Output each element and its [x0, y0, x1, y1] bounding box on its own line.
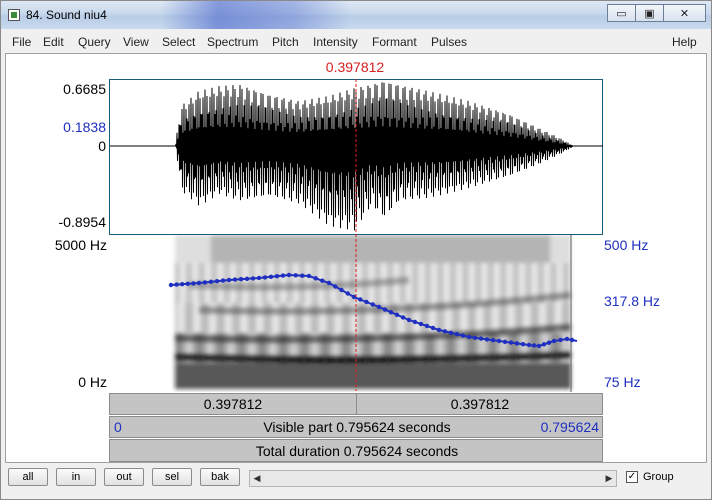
menu-pitch[interactable]: Pitch	[272, 35, 299, 49]
window-title: 84. Sound niu4	[26, 8, 107, 22]
group-label: Group	[643, 471, 674, 483]
menu-file[interactable]: File	[12, 35, 31, 49]
zoom-in-button[interactable]: in	[56, 468, 96, 486]
visible-part-bar[interactable]: 0 Visible part 0.795624 seconds 0.795624	[109, 416, 603, 438]
waveform-cursor-value: 0.1838	[63, 119, 106, 135]
spectrogram-top-freq: 5000 Hz	[54, 237, 107, 253]
menu-pulses[interactable]: Pulses	[431, 35, 467, 49]
menu-edit[interactable]: Edit	[43, 35, 64, 49]
menu-query[interactable]: Query	[78, 35, 111, 49]
spectrogram-bottom-freq: 0 Hz	[78, 374, 107, 390]
menu-select[interactable]: Select	[162, 35, 195, 49]
minimize-icon[interactable]: ▭	[607, 4, 636, 22]
bottom-toolbar: all in out sel bak ◀ ▶ ✓ Group	[1, 465, 711, 499]
menu-spectrum[interactable]: Spectrum	[207, 35, 258, 49]
left-time-cell[interactable]: 0.397812	[110, 394, 357, 414]
visible-end: 0.795624	[540, 419, 599, 435]
title-bar-glass	[161, 1, 351, 29]
pitch-top-label: 500 Hz	[604, 237, 649, 253]
menu-intensity[interactable]: Intensity	[313, 35, 358, 49]
scroll-right-icon[interactable]: ▶	[602, 471, 616, 486]
scroll-left-icon[interactable]: ◀	[250, 471, 264, 486]
spectrogram-energy	[174, 235, 572, 389]
waveform-max-label: 0.6685	[63, 81, 106, 97]
menu-formant[interactable]: Formant	[372, 35, 417, 49]
zoom-back-button[interactable]: bak	[200, 468, 240, 486]
window-controls: ▭ ▣ ✕	[607, 4, 706, 23]
menu-view[interactable]: View	[123, 35, 149, 49]
sound-window-icon	[8, 9, 20, 21]
cursor-line	[355, 79, 357, 391]
pitch-cursor-label: 317.8 Hz	[604, 293, 661, 309]
sound-editor-window: 84. Sound niu4 ▭ ▣ ✕ File Edit Query Vie…	[0, 0, 712, 500]
group-checkbox[interactable]: ✓	[626, 471, 638, 483]
waveform-min-label: -0.8954	[58, 214, 106, 230]
waveform-zero-label: 0	[98, 138, 106, 154]
menu-help[interactable]: Help	[672, 35, 697, 49]
menu-bar: File Edit Query View Select Spectrum Pit…	[1, 33, 711, 51]
total-duration-bar[interactable]: Total duration 0.795624 seconds	[109, 439, 603, 462]
zoom-selection-button[interactable]: sel	[152, 468, 192, 486]
close-icon[interactable]: ✕	[663, 4, 706, 22]
maximize-icon[interactable]: ▣	[635, 4, 664, 22]
total-duration-label: Total duration 0.795624 seconds	[255, 442, 459, 459]
time-scrollbar[interactable]: ◀ ▶	[249, 470, 617, 487]
pitch-bottom-label: 75 Hz	[604, 374, 641, 390]
zoom-out-button[interactable]: out	[104, 468, 144, 486]
cursor-time-label: 0.397812	[325, 59, 385, 75]
zoom-all-button[interactable]: all	[8, 468, 48, 486]
selection-time-bar: 0.397812 0.397812	[109, 393, 603, 415]
right-time-cell[interactable]: 0.397812	[357, 394, 603, 414]
title-bar[interactable]: 84. Sound niu4 ▭ ▣ ✕	[1, 1, 711, 29]
visible-part-label: Visible part 0.795624 seconds	[263, 419, 451, 435]
